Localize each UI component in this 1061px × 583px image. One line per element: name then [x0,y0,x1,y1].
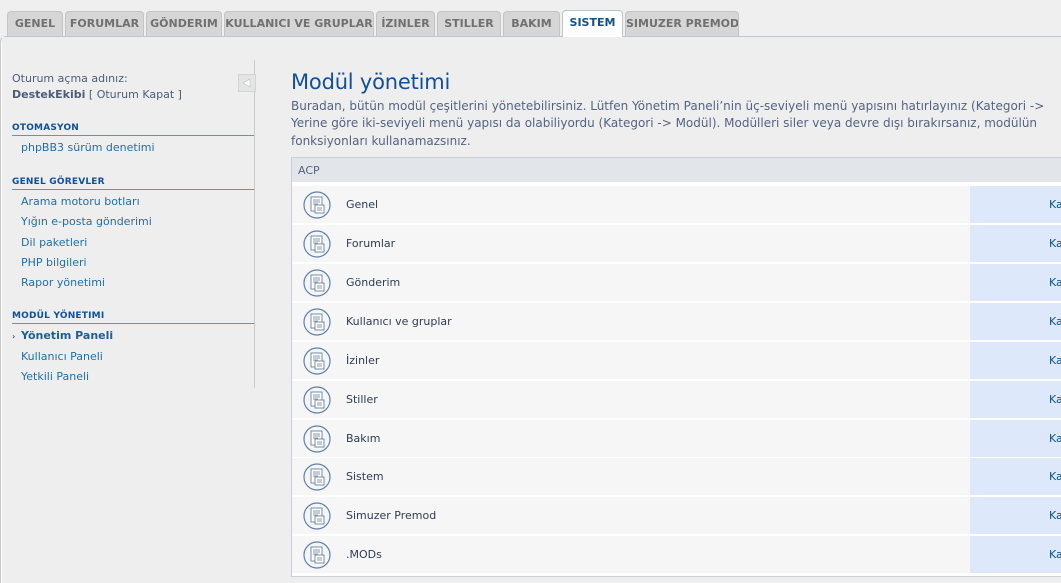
tab-bar: GENEL FORUMLAR GÖNDERIM KULLANICI VE GRU… [0,0,1061,37]
tab-forumlar[interactable]: FORUMLAR [65,11,144,36]
login-info: DestekEkibi [ Oturum Kapat ] [12,88,182,101]
table-row: Kullanıcı ve gruplarKapat [292,303,1061,341]
table-row: BakımKapat [292,420,1061,458]
module-name: Sistem [342,458,968,496]
sidebar-item-acp[interactable]: Yönetim Paneli [21,329,113,342]
row-divider [292,262,1061,263]
tab-kullanici-ve-gruplar[interactable]: KULLANICI VE GRUPLAR [224,11,374,36]
module-name: Kullanıcı ve gruplar [342,303,968,341]
tab-simuzer-premod[interactable]: SIMUZER PREMOD [625,11,739,36]
row-divider [292,418,1061,419]
disable-module-link[interactable]: Kapat [970,303,1061,341]
tab-stiller[interactable]: STILLER [437,11,501,36]
module-document-icon [292,458,342,496]
module-name: Simuzer Premod [342,497,968,535]
module-document-icon [292,497,342,535]
tab-genel[interactable]: GENEL [7,11,63,36]
module-document-icon [292,186,342,224]
row-divider [292,495,1061,496]
table-row: Simuzer PremodKapat [292,497,1061,535]
logout-link[interactable]: [ Oturum Kapat ] [89,88,182,101]
tab-gonderim[interactable]: GÖNDERIM [146,11,222,36]
modules-table: ACP GenelKapatForumlarKapatGönderimKapat… [291,157,1061,577]
collapse-sidebar-button[interactable] [238,74,256,92]
module-document-icon [292,264,342,302]
login-label: Oturum açma adınız: [12,72,128,85]
module-name: Forumlar [342,225,968,263]
username: DestekEkibi [12,88,86,101]
table-row: İzinlerKapat [292,342,1061,380]
module-name: Bakım [342,420,968,458]
sidebar-item-search-bots[interactable]: Arama motoru botları [21,195,140,208]
disable-module-link[interactable]: Kapat [970,420,1061,458]
disable-module-link[interactable]: Kapat [970,497,1061,535]
page-title: Modül yönetimi [291,70,451,94]
sidebar: Oturum açma adınız: DestekEkibi [ Oturum… [2,60,256,388]
section-otomasyon: OTOMASYON [12,123,254,136]
sidebar-item-reports[interactable]: Rapor yönetimi [21,276,105,289]
disable-module-link[interactable]: Kapat [970,225,1061,263]
table-row: StillerKapat [292,381,1061,419]
section-modul-yonetimi: MODÜL YÖNETIMI [12,311,254,324]
section-genel-gorevler: GENEL GÖREVLER [12,177,254,190]
active-bullet-icon: › [12,332,16,341]
disable-module-link[interactable]: Kapat [970,458,1061,496]
module-name: Stiller [342,381,968,419]
sidebar-item-language-packs[interactable]: Dil paketleri [21,236,87,249]
module-document-icon [292,381,342,419]
description-line: Buradan, bütün modül çeşitlerini yöneteb… [291,99,1045,113]
row-divider [292,340,1061,341]
row-divider [292,573,1061,574]
table-header: ACP [292,158,1061,184]
row-divider [292,379,1061,380]
tab-izinler[interactable]: İZINLER [376,11,435,36]
sidebar-item-php-info[interactable]: PHP bilgileri [21,256,87,269]
disable-module-link[interactable]: Kapat [970,264,1061,302]
row-divider [292,534,1061,535]
module-document-icon [292,303,342,341]
table-row: .MODsKapat [292,536,1061,574]
sidebar-item-version-check[interactable]: phpBB3 sürüm denetimi [21,141,155,154]
module-document-icon [292,225,342,263]
disable-module-link[interactable]: Kapat [970,381,1061,419]
description-line: fonksiyonları kullanamazsınız. [291,133,471,148]
module-document-icon [292,536,342,574]
module-name: Gönderim [342,264,968,302]
page-description: Buradan, bütün modül çeşitlerini yöneteb… [291,98,1061,150]
row-divider [292,301,1061,302]
module-name: Genel [342,186,968,224]
disable-module-link[interactable]: Kapat [970,186,1061,224]
triangle-left-icon [242,78,251,88]
sidebar-item-mass-email[interactable]: Yığın e-posta gönderimi [21,215,152,228]
disable-module-link[interactable]: Kapat [970,342,1061,380]
module-document-icon [292,420,342,458]
table-row: GenelKapat [292,186,1061,224]
description-line: Yerine göre iki-seviyeli menü yapısı da … [291,116,1038,131]
row-divider [292,223,1061,224]
sidebar-item-mcp[interactable]: Yetkili Paneli [21,370,89,383]
disable-module-link[interactable]: Kapat [970,536,1061,574]
tab-bakim[interactable]: BAKIM [503,11,560,36]
table-row: ForumlarKapat [292,225,1061,263]
table-row: SistemKapat [292,458,1061,496]
sidebar-item-ucp[interactable]: Kullanıcı Paneli [21,350,103,363]
module-name: İzinler [342,342,968,380]
tab-sistem[interactable]: SISTEM [562,10,623,37]
module-name: .MODs [342,536,968,574]
table-row: GönderimKapat [292,264,1061,302]
module-document-icon [292,342,342,380]
